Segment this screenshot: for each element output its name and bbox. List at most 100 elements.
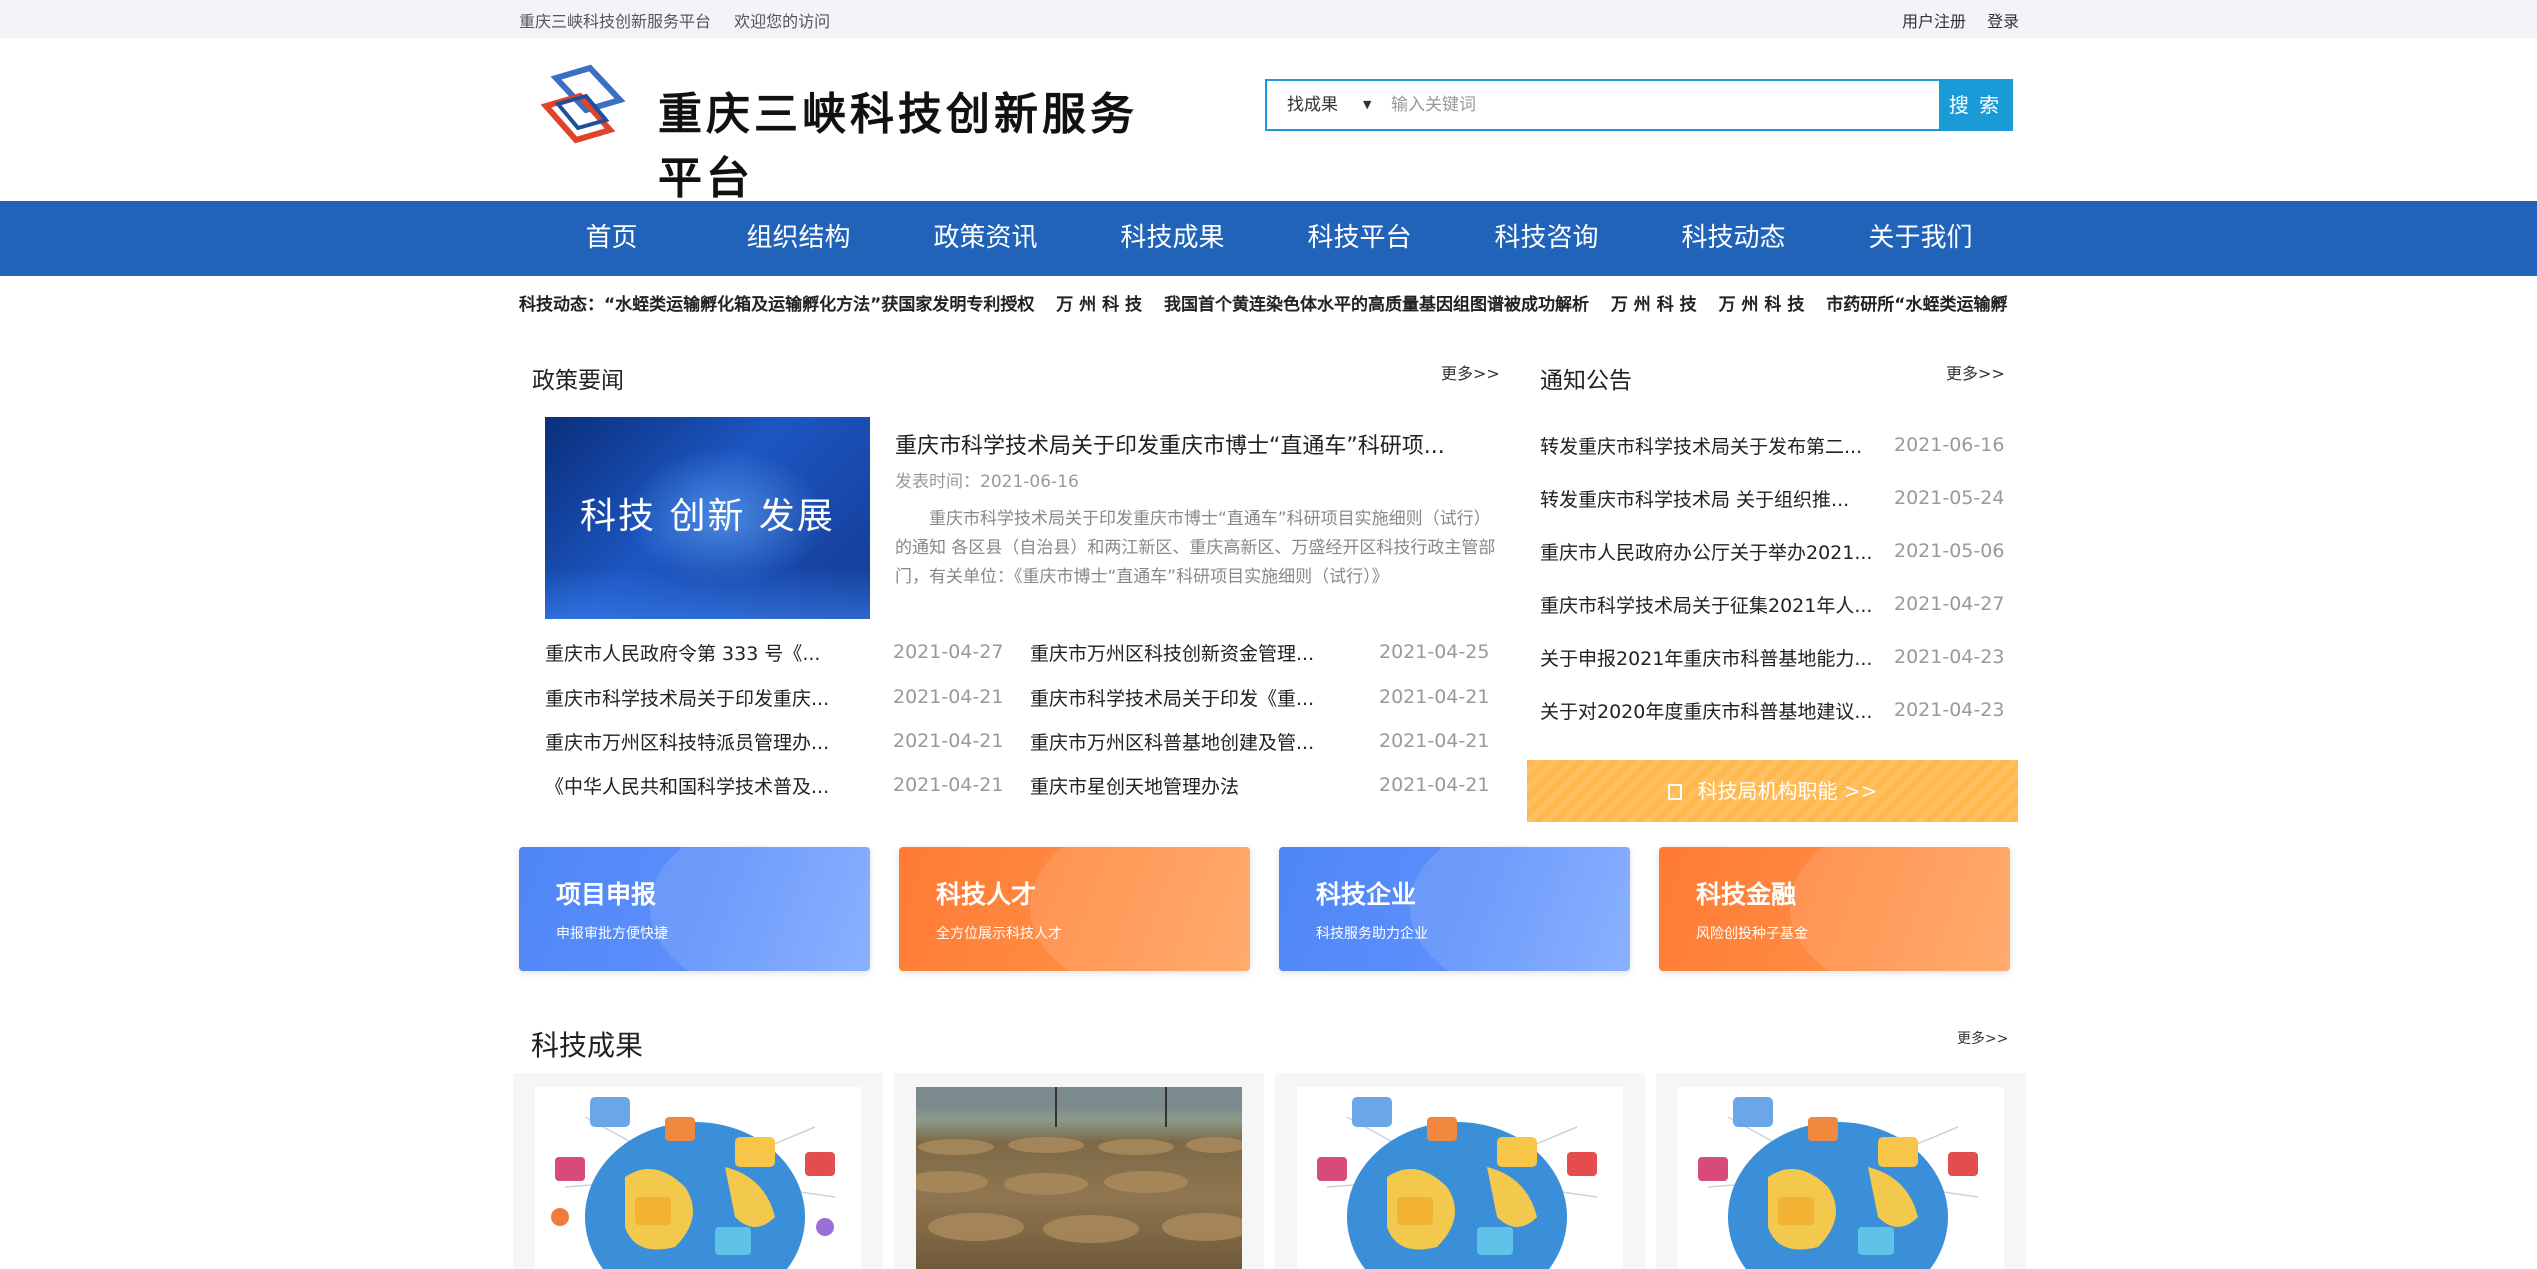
notice-title[interactable]: 重庆市人民政府办公厅关于举办2021...	[1540, 538, 1872, 565]
list-item[interactable]: 重庆市科学技术局关于征集2021年人... 2021-04-27	[1540, 591, 2020, 623]
notice-more-link[interactable]: 更多>>	[1946, 360, 2005, 384]
card-subtitle: 全方位展示科技人才	[936, 926, 1062, 942]
list-item[interactable]: 重庆市星创天地管理办法 2021-04-21	[1030, 772, 1500, 802]
list-item[interactable]: 关于对2020年度重庆市科普基地建议... 2021-04-23	[1540, 697, 2020, 729]
list-item[interactable]: 重庆市科学技术局关于印发重庆... 2021-04-21	[545, 684, 1005, 714]
ticker-item[interactable]: 科技动态：“水蛭类运输孵化箱及运输孵化方法”获国家发明专利授权	[519, 295, 1034, 315]
notice-date: 2021-06-16	[1894, 434, 2005, 456]
notice-title[interactable]: 关于对2020年度重庆市科普基地建议...	[1540, 697, 1872, 724]
list-item-title[interactable]: 重庆市万州区科普基地创建及管...	[1030, 728, 1314, 755]
card-tech-enterprise[interactable]: 科技企业 科技服务助力企业	[1279, 847, 1630, 971]
nav-item-news[interactable]: 科技动态	[1640, 201, 1827, 276]
globe-network-icon	[1317, 1097, 1598, 1269]
list-item[interactable]: 转发重庆市科学技术局 关于组织推... 2021-05-24	[1540, 485, 2020, 517]
register-link[interactable]: 用户注册	[1902, 12, 1966, 31]
card-tech-talent[interactable]: 科技人才 全方位展示科技人才	[899, 847, 1250, 971]
ticker-item[interactable]: 万 州 科 技	[1056, 295, 1142, 315]
list-item[interactable]: 重庆市万州区科普基地创建及管... 2021-04-21	[1030, 728, 1500, 758]
feature-image-text: 科技 创新 发展	[580, 496, 835, 537]
nav-item-organization[interactable]: 组织结构	[705, 201, 892, 276]
achievement-item[interactable]	[894, 1073, 1264, 1269]
login-link[interactable]: 登录	[1987, 12, 2019, 31]
top-bar-left: 重庆三峡科技创新服务平台 欢迎您的访问	[519, 8, 848, 32]
list-item-title[interactable]: 《中华人民共和国科学技术普及...	[545, 772, 829, 799]
top-bar: 重庆三峡科技创新服务平台 欢迎您的访问 用户注册 登录	[0, 0, 2537, 38]
function-button-label: 科技局机构职能 >>	[1697, 779, 1878, 803]
notice-title[interactable]: 关于申报2021年重庆市科普基地能力...	[1540, 644, 1872, 671]
policy-feature-image[interactable]: 科技 创新 发展	[545, 417, 870, 619]
notice-date: 2021-04-23	[1894, 699, 2005, 721]
achievements-more-link[interactable]: 更多>>	[1957, 1028, 2008, 1048]
achievement-image	[1297, 1087, 1623, 1269]
list-item-date: 2021-04-25	[1379, 641, 1490, 663]
achievement-image	[535, 1087, 861, 1269]
list-item-title[interactable]: 重庆市万州区科技特派员管理办...	[545, 728, 829, 755]
list-item[interactable]: 重庆市人民政府令第 333 号《... 2021-04-27	[545, 639, 1005, 669]
list-item-date: 2021-04-21	[893, 686, 1004, 708]
list-item[interactable]: 《中华人民共和国科学技术普及... 2021-04-21	[545, 772, 1005, 802]
ticker-item[interactable]: 市药研所“水蛭类运输孵	[1826, 295, 2007, 315]
list-item[interactable]: 重庆市人民政府办公厅关于举办2021... 2021-05-06	[1540, 538, 2020, 570]
site-logo[interactable]: 重庆三峡科技创新服务平台	[528, 60, 1148, 204]
nav-item-platform[interactable]: 科技平台	[1266, 201, 1453, 276]
card-decoration	[1030, 847, 1250, 971]
search-input[interactable]	[1377, 81, 1905, 129]
achievement-item[interactable]	[1656, 1073, 2026, 1269]
list-item-date: 2021-04-21	[1379, 774, 1490, 796]
feature-news-date: 发表时间：2021-06-16	[895, 472, 1079, 492]
list-item[interactable]: 关于申报2021年重庆市科普基地能力... 2021-04-23	[1540, 644, 2020, 676]
notice-title[interactable]: 转发重庆市科学技术局 关于组织推...	[1540, 485, 1849, 512]
search-box: 找成果 ▼ 搜 索	[1265, 79, 2013, 131]
site-name: 重庆三峡科技创新服务平台	[519, 12, 712, 31]
document-icon	[1667, 784, 1682, 800]
list-item-date: 2021-04-27	[893, 641, 1004, 663]
achievements-section-title: 科技成果	[531, 1029, 644, 1062]
list-item[interactable]: 转发重庆市科学技术局关于发布第二... 2021-06-16	[1540, 432, 2020, 464]
list-item-date: 2021-04-21	[893, 774, 1004, 796]
notice-section-title: 通知公告	[1540, 368, 1632, 394]
card-decoration	[1410, 847, 1630, 971]
news-ticker: 科技动态：“水蛭类运输孵化箱及运输孵化方法”获国家发明专利授权 万 州 科 技 …	[519, 290, 2021, 316]
notice-date: 2021-04-23	[1894, 646, 2005, 668]
nav-item-achievements[interactable]: 科技成果	[1079, 201, 1266, 276]
search-category-select[interactable]: 找成果 ▼	[1267, 81, 1377, 129]
card-title: 科技企业	[1316, 880, 1417, 909]
main-nav: 首页 组织结构 政策资讯 科技成果 科技平台 科技咨询 科技动态 关于我们	[0, 201, 2537, 276]
image-band	[545, 567, 870, 619]
ticker-item[interactable]: 万 州 科 技	[1719, 295, 1805, 315]
function-button[interactable]: 科技局机构职能 >>	[1527, 760, 2018, 822]
logo-mark-icon	[540, 64, 626, 144]
policy-more-link[interactable]: 更多>>	[1441, 360, 1500, 384]
card-project-application[interactable]: 项目申报 申报审批方便快捷	[519, 847, 870, 971]
ticker-item[interactable]: 万 州 科 技	[1611, 295, 1697, 315]
nav-item-consulting[interactable]: 科技咨询	[1453, 201, 1640, 276]
list-item[interactable]: 重庆市万州区科技特派员管理办... 2021-04-21	[545, 728, 1005, 758]
list-item[interactable]: 重庆市万州区科技创新资金管理... 2021-04-25	[1030, 639, 1500, 669]
card-subtitle: 申报审批方便快捷	[556, 926, 668, 942]
list-item-title[interactable]: 重庆市星创天地管理办法	[1030, 772, 1239, 799]
achievement-image	[1678, 1087, 2004, 1269]
nav-item-policy[interactable]: 政策资讯	[892, 201, 1079, 276]
list-item-title[interactable]: 重庆市万州区科技创新资金管理...	[1030, 639, 1314, 666]
achievement-item[interactable]	[1275, 1073, 1645, 1269]
card-title: 科技人才	[936, 880, 1037, 909]
notice-title[interactable]: 重庆市科学技术局关于征集2021年人...	[1540, 591, 1872, 618]
list-item-title[interactable]: 重庆市人民政府令第 333 号《...	[545, 639, 820, 666]
nav-item-home[interactable]: 首页	[518, 201, 705, 276]
caret-down-icon: ▼	[1363, 98, 1372, 111]
notice-date: 2021-05-06	[1894, 540, 2005, 562]
list-item-date: 2021-04-21	[893, 730, 1004, 752]
achievement-item[interactable]	[513, 1073, 883, 1269]
card-title: 项目申报	[556, 880, 657, 909]
card-subtitle: 风险创投种子基金	[1696, 926, 1808, 942]
list-item[interactable]: 重庆市科学技术局关于印发《重... 2021-04-21	[1030, 684, 1500, 714]
notice-title[interactable]: 转发重庆市科学技术局关于发布第二...	[1540, 432, 1862, 459]
nav-item-about[interactable]: 关于我们	[1827, 201, 2014, 276]
list-item-title[interactable]: 重庆市科学技术局关于印发重庆...	[545, 684, 829, 711]
card-tech-finance[interactable]: 科技金融 风险创投种子基金	[1659, 847, 2010, 971]
feature-news-summary: 重庆市科学技术局关于印发重庆市博士“直通车”科研项目实施细则（试行）的通知 各区…	[895, 509, 1496, 587]
list-item-title[interactable]: 重庆市科学技术局关于印发《重...	[1030, 684, 1314, 711]
search-button[interactable]: 搜 索	[1939, 79, 2011, 131]
ticker-item[interactable]: 我国首个黄连染色体水平的高质量基因组图谱被成功解析	[1164, 295, 1589, 315]
feature-news-title[interactable]: 重庆市科学技术局关于印发重庆市博士“直通车”科研项...	[895, 428, 1495, 460]
